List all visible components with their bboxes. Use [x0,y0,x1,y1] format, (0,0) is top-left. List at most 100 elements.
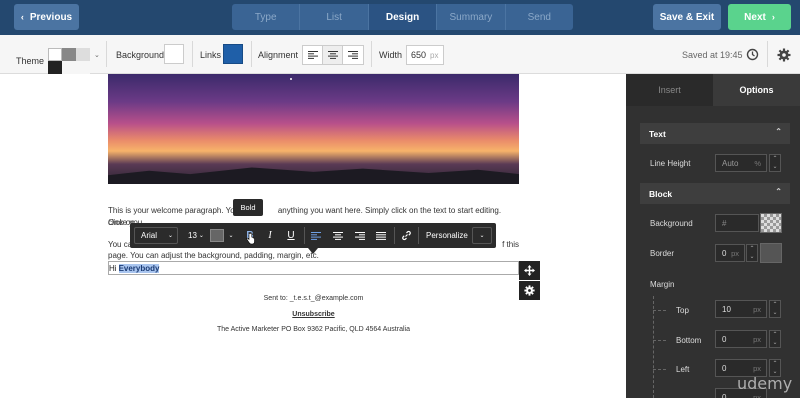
block-section-header[interactable]: Block ⌃ [640,183,790,204]
background-color-swatch[interactable] [164,44,184,64]
greeting-selected-text[interactable]: Everybody [118,263,160,273]
font-family-select[interactable]: Arial ⌄ [134,227,178,244]
previous-label: Previous [29,11,73,23]
border-value: 0 [722,248,727,258]
unsubscribe-link[interactable]: Unsubscribe [108,311,519,318]
step-summary-label: Summary [449,11,493,23]
align-center-icon [333,231,343,240]
margin-right-value: 0 [722,392,727,398]
greeting-block[interactable]: Hi Everybody [108,261,519,275]
margin-bottom-input[interactable]: 0 px [715,330,767,348]
chevron-down-icon: ⌄ [479,233,485,239]
chevron-left-icon: ‹ [20,12,24,22]
more-options-button[interactable]: ⌄ [472,227,492,244]
save-exit-button[interactable]: Save & Exit [653,4,721,30]
step-send[interactable]: Send [506,4,573,30]
border-width-input[interactable]: 0 px [715,244,745,262]
width-label: Width [379,49,403,60]
align-center-button[interactable] [323,46,343,64]
block-settings-button[interactable] [519,281,540,300]
step-list-label: List [326,11,342,23]
line-height-label: Line Height [650,159,691,168]
margin-left-unit: px [753,363,761,373]
hero-image[interactable] [108,74,519,184]
para2-line2: page. You can adjust the background, pad… [108,251,319,260]
links-color-swatch[interactable] [223,44,243,64]
chevron-up-icon: ⌃ [775,127,782,136]
link-button[interactable] [396,223,416,248]
step-design[interactable]: Design [368,4,438,30]
background-label: Background [116,49,165,60]
panel-tabs: Insert Options [626,74,800,106]
design-toolbar: Theme ⌄ Background Links Alignment Width… [0,35,800,74]
personalize-button[interactable]: Personalize [420,227,470,244]
line-height-value: Auto [722,158,739,168]
block-background-label: Background [650,219,693,228]
step-type[interactable]: Type [232,4,301,30]
link-icon [401,230,411,241]
align-right-button[interactable] [343,46,363,64]
italic-button[interactable]: I [260,223,280,248]
border-unit: px [731,248,739,258]
margin-top-stepper[interactable]: ⌃ ⌄ [769,300,781,318]
block-background-input[interactable]: # [715,214,759,232]
move-block-button[interactable] [519,261,540,280]
line-height-stepper[interactable]: ⌃ ⌄ [769,154,781,172]
greeting-prefix: Hi [109,263,117,273]
align-right-button[interactable] [350,223,370,248]
align-justify-icon [376,231,386,240]
block-background-swatch[interactable] [760,213,782,233]
margin-bottom-stepper[interactable]: ⌃ ⌄ [769,330,781,348]
saved-status: Saved at 19:45 [682,49,743,60]
border-stepper[interactable]: ⌃ ⌄ [746,244,758,262]
bold-tooltip: Bold [233,199,263,216]
text-section-title: Text [649,128,666,139]
margin-top-input[interactable]: 10 px [715,300,767,318]
margin-right-unit: px [753,392,761,398]
para2-end: f this [502,240,519,249]
step-design-label: Design [385,11,420,23]
next-button[interactable]: Next › [728,4,791,30]
underline-button[interactable]: U [281,223,301,248]
text-section-header[interactable]: Text ⌃ [640,123,790,144]
align-center-icon [327,51,338,59]
align-left-button[interactable] [303,46,323,64]
width-value: 650 [411,50,427,60]
align-left-button[interactable] [306,223,326,248]
align-center-button[interactable] [328,223,348,248]
move-icon [524,265,535,276]
block-background-placeholder: # [722,218,727,228]
chevron-right-icon: › [771,12,775,22]
theme-chevron-down-icon[interactable]: ⌄ [94,35,100,74]
border-color-swatch[interactable] [760,243,782,263]
theme-swatch[interactable] [48,48,90,74]
justify-button[interactable] [371,223,391,248]
margin-bottom-label: Bottom [676,336,702,345]
previous-button[interactable]: ‹ Previous [14,4,79,30]
step-summary[interactable]: Summary [437,4,506,30]
tab-insert[interactable]: Insert [626,74,713,106]
chevron-down-icon: ⌄ [167,233,173,239]
tab-options[interactable]: Options [713,74,800,106]
font-color-swatch[interactable] [210,229,224,242]
align-left-icon [307,51,318,59]
block-section-title: Block [649,188,673,199]
font-size-value: 13 [188,231,197,240]
settings-gear-icon[interactable] [777,35,791,74]
width-unit: px [430,50,439,60]
margin-bottom-value: 0 [722,334,727,344]
margin-bottom-unit: px [753,334,761,344]
history-icon[interactable] [746,35,759,74]
top-navigation: ‹ Previous Type List Design Summary Send… [0,0,800,35]
wizard-steps: Type List Design Summary Send [232,4,573,30]
font-size-select[interactable]: 13 ⌄ [182,227,206,244]
chevron-down-icon[interactable]: ⌄ [225,223,237,248]
margin-left-label: Left [676,365,690,374]
step-send-label: Send [527,11,551,23]
line-height-input[interactable]: Auto % [715,154,767,172]
format-bar-pointer [308,248,318,254]
alignment-label: Alignment [258,49,299,60]
width-input[interactable]: 650 px [406,45,444,65]
margin-tree-line [653,296,654,398]
step-list[interactable]: List [300,4,369,30]
